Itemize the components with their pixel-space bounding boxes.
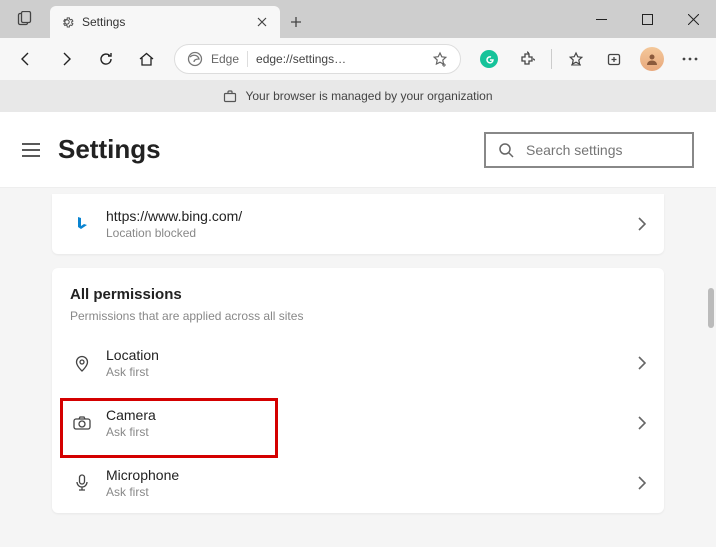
window-controls [578, 0, 716, 38]
bing-icon [70, 216, 94, 232]
location-icon [70, 354, 94, 372]
org-message: Your browser is managed by your organiza… [245, 89, 492, 103]
address-bar[interactable]: Edge edge://settings… [174, 44, 461, 74]
chevron-right-icon [638, 356, 646, 370]
briefcase-icon [223, 89, 237, 103]
section-subtitle: Permissions that are applied across all … [70, 309, 646, 323]
favorites-icon[interactable] [558, 41, 594, 77]
page-title: Settings [58, 134, 466, 165]
scrollbar-thumb[interactable] [708, 288, 714, 328]
permission-status: Ask first [106, 425, 638, 439]
grammarly-icon[interactable] [471, 41, 507, 77]
permission-name: Camera [106, 407, 638, 423]
address-url: edge://settings… [256, 52, 424, 66]
org-managed-bar: Your browser is managed by your organiza… [0, 80, 716, 112]
recent-site-url: https://www.bing.com/ [106, 208, 638, 224]
search-box[interactable] [484, 132, 694, 168]
extensions-icon[interactable] [509, 41, 545, 77]
edge-logo-icon [187, 51, 203, 67]
separator [551, 49, 552, 69]
permission-name: Microphone [106, 467, 638, 483]
all-permissions-card: All permissions Permissions that are app… [52, 268, 664, 513]
permission-row-microphone[interactable]: Microphone Ask first [52, 453, 664, 513]
camera-icon [70, 416, 94, 430]
chevron-right-icon [638, 476, 646, 490]
profile-avatar[interactable] [634, 41, 670, 77]
browser-tab[interactable]: Settings [50, 6, 280, 38]
tab-actions-icon[interactable] [0, 0, 50, 38]
separator [247, 51, 248, 67]
address-label: Edge [211, 52, 239, 66]
gear-icon [60, 15, 74, 29]
maximize-button[interactable] [624, 0, 670, 38]
favorite-star-icon[interactable] [432, 51, 448, 67]
settings-content: https://www.bing.com/ Location blocked A… [0, 188, 716, 547]
minimize-button[interactable] [578, 0, 624, 38]
chevron-right-icon [638, 217, 646, 231]
settings-header: Settings [0, 112, 716, 188]
close-window-button[interactable] [670, 0, 716, 38]
forward-button[interactable] [48, 41, 84, 77]
home-button[interactable] [128, 41, 164, 77]
section-header: All permissions Permissions that are app… [52, 268, 664, 333]
search-icon [498, 142, 514, 158]
recent-activity-card: https://www.bing.com/ Location blocked [52, 194, 664, 254]
permission-name: Location [106, 347, 638, 363]
toolbar: Edge edge://settings… [0, 38, 716, 80]
search-input[interactable] [526, 142, 707, 158]
new-tab-button[interactable] [280, 6, 312, 38]
recent-site-row[interactable]: https://www.bing.com/ Location blocked [52, 194, 664, 254]
menu-icon[interactable] [22, 143, 40, 157]
chevron-right-icon [638, 416, 646, 430]
permission-status: Ask first [106, 485, 638, 499]
section-title: All permissions [70, 286, 646, 303]
refresh-button[interactable] [88, 41, 124, 77]
more-menu-icon[interactable] [672, 41, 708, 77]
close-tab-icon[interactable] [254, 14, 270, 30]
tab-title: Settings [82, 15, 246, 29]
back-button[interactable] [8, 41, 44, 77]
titlebar: Settings [0, 0, 716, 38]
permission-row-location[interactable]: Location Ask first [52, 333, 664, 393]
collections-icon[interactable] [596, 41, 632, 77]
microphone-icon [70, 474, 94, 492]
recent-site-status: Location blocked [106, 226, 638, 240]
permission-status: Ask first [106, 365, 638, 379]
permission-row-camera[interactable]: Camera Ask first [52, 393, 664, 453]
